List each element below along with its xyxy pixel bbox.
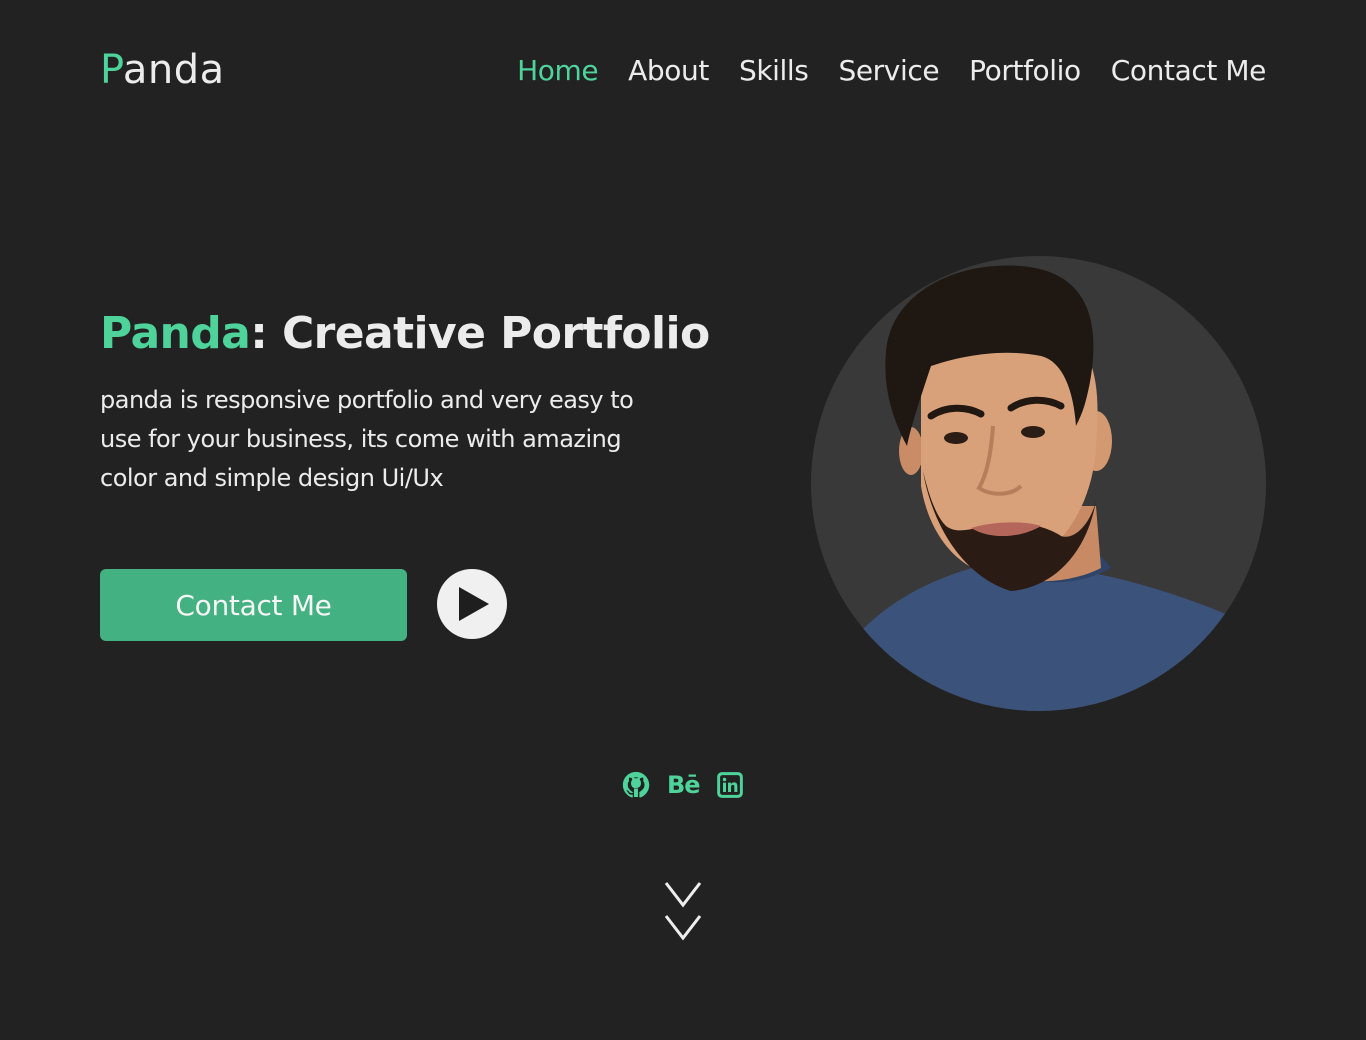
scroll-down-button[interactable]	[663, 880, 703, 944]
nav-portfolio[interactable]: Portfolio	[969, 50, 1081, 92]
hero-description: panda is responsive portfolio and very e…	[100, 386, 634, 492]
behance-icon[interactable]: Bē	[667, 770, 701, 800]
double-chevron-down-icon	[664, 882, 702, 941]
portrait-illustration	[811, 265, 1266, 711]
nav-home[interactable]: Home	[517, 50, 598, 92]
play-button[interactable]	[437, 569, 507, 639]
logo-rest: anda	[122, 47, 225, 93]
nav-service[interactable]: Service	[838, 50, 939, 92]
main-nav: Home About Skills Service Portfolio Cont…	[517, 50, 1266, 92]
nav-skills[interactable]: Skills	[739, 50, 809, 92]
hero-title-accent: Panda	[100, 308, 251, 359]
play-icon	[438, 570, 506, 638]
hero-title: Panda: Creative Portfolio	[100, 306, 710, 362]
nav-about[interactable]: About	[628, 50, 709, 92]
social-links: Bē	[621, 770, 744, 800]
linkedin-icon[interactable]	[716, 771, 744, 799]
logo-initial: P	[100, 47, 123, 93]
logo[interactable]: Panda	[100, 44, 225, 96]
nav-contact-me[interactable]: Contact Me	[1111, 50, 1267, 92]
profile-photo	[811, 256, 1266, 711]
github-icon[interactable]	[621, 770, 651, 800]
contact-me-button[interactable]: Contact Me	[100, 569, 407, 641]
page: Panda Home About Skills Service Portfoli…	[0, 0, 1366, 1040]
hero-title-rest: : Creative Portfolio	[250, 308, 710, 359]
